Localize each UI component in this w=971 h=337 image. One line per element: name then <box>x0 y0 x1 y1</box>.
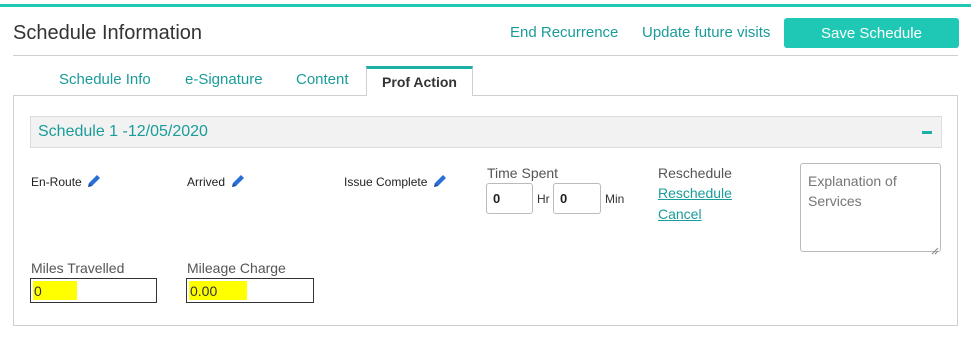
time-spent-label: Time Spent <box>487 165 559 181</box>
top-accent-line <box>0 4 971 7</box>
minus-icon[interactable] <box>920 123 934 139</box>
reschedule-link[interactable]: Reschedule <box>658 185 732 201</box>
minutes-unit-label: Min <box>605 192 625 206</box>
save-schedule-button[interactable]: Save Schedule <box>784 18 959 48</box>
hours-input[interactable] <box>486 183 533 214</box>
schedule-title: Schedule 1 -12/05/2020 <box>38 123 208 140</box>
pencil-icon[interactable] <box>86 173 102 189</box>
miles-travelled-value: 0 <box>34 283 42 299</box>
mileage-charge-label: Mileage Charge <box>187 260 286 276</box>
miles-travelled-input[interactable]: 0 <box>30 278 157 303</box>
end-recurrence-link[interactable]: End Recurrence <box>510 24 618 41</box>
tab-e-signature[interactable]: e-Signature <box>185 71 263 88</box>
tab-content[interactable]: Content <box>296 71 349 88</box>
pencil-icon[interactable] <box>230 173 246 189</box>
tab-schedule-info[interactable]: Schedule Info <box>59 71 151 88</box>
pencil-icon[interactable] <box>432 173 448 189</box>
en-route-label: En-Route <box>31 175 82 189</box>
minutes-input[interactable] <box>553 183 601 214</box>
cancel-link[interactable]: Cancel <box>658 206 702 222</box>
arrived-label: Arrived <box>187 175 226 189</box>
hours-unit-label: Hr <box>537 192 550 206</box>
issue-complete-label: Issue Complete <box>344 175 428 189</box>
miles-travelled-label: Miles Travelled <box>31 260 125 276</box>
explanation-of-services-textarea[interactable] <box>800 163 941 252</box>
header-divider <box>13 55 958 56</box>
resize-grip-icon[interactable] <box>931 242 939 255</box>
mileage-charge-value: 0.00 <box>190 283 218 299</box>
tab-prof-action[interactable]: Prof Action <box>366 66 473 96</box>
reschedule-label: Reschedule <box>658 165 732 181</box>
update-future-visits-link[interactable]: Update future visits <box>642 24 770 41</box>
mileage-charge-input[interactable]: 0.00 <box>186 278 314 303</box>
page-title: Schedule Information <box>13 22 203 44</box>
